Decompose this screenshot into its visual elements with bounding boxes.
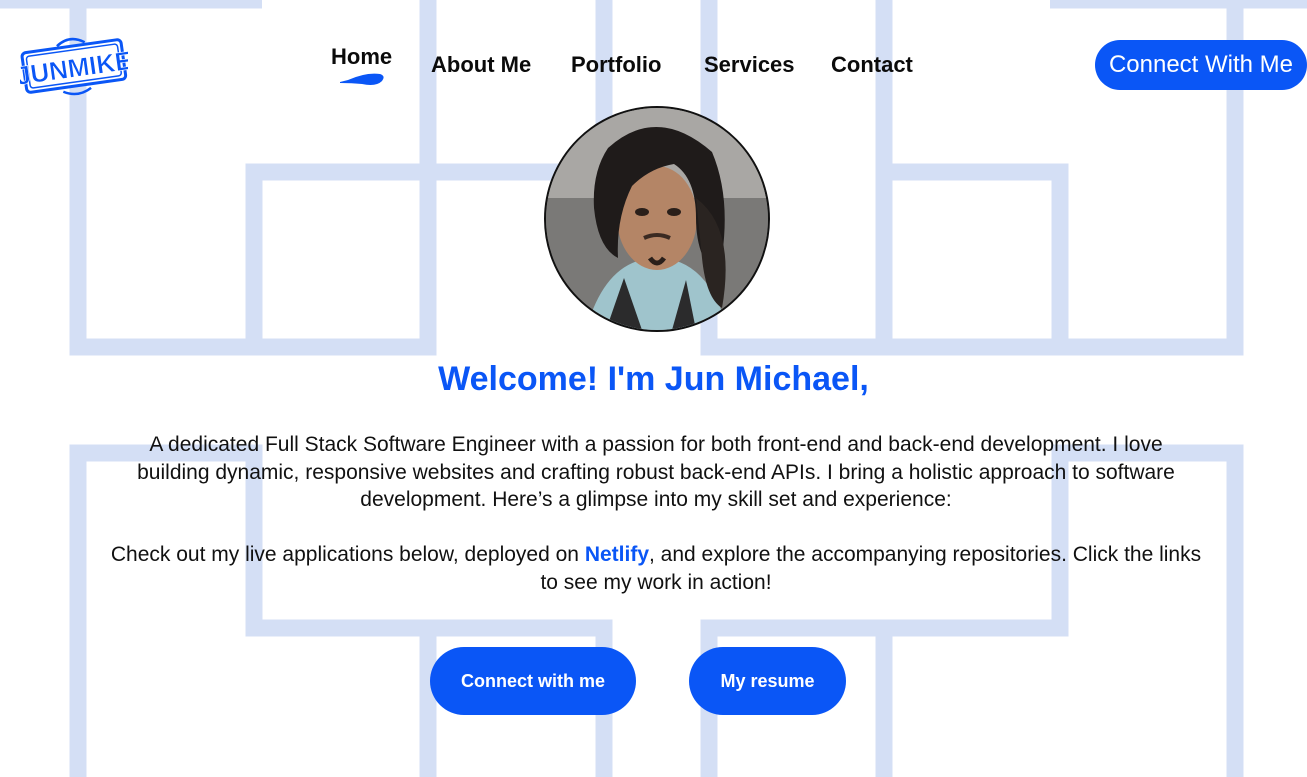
nav-item-contact[interactable]: Contact bbox=[831, 52, 913, 78]
nav-item-portfolio[interactable]: Portfolio bbox=[571, 52, 661, 78]
my-resume-button[interactable]: My resume bbox=[689, 647, 846, 715]
connect-with-me-button[interactable]: Connect with me bbox=[430, 647, 636, 715]
nav-item-home[interactable]: Home bbox=[331, 44, 392, 70]
brush-stroke-icon bbox=[340, 73, 384, 85]
profile-photo bbox=[546, 108, 768, 330]
avatar bbox=[544, 106, 770, 332]
intro-paragraph: A dedicated Full Stack Software Engineer… bbox=[137, 433, 1175, 511]
nav-item-about-me[interactable]: About Me bbox=[431, 52, 531, 78]
connect-with-me-header-button[interactable]: Connect With Me bbox=[1095, 40, 1307, 90]
netlify-link[interactable]: Netlify bbox=[585, 543, 649, 566]
page-title: Welcome! I'm Jun Michael, bbox=[438, 360, 869, 398]
cta-text-before: Check out my live applications below, de… bbox=[110, 543, 585, 566]
cta-paragraph: Check out my live applications below, de… bbox=[110, 541, 1202, 596]
nav-item-services[interactable]: Services bbox=[704, 52, 795, 78]
